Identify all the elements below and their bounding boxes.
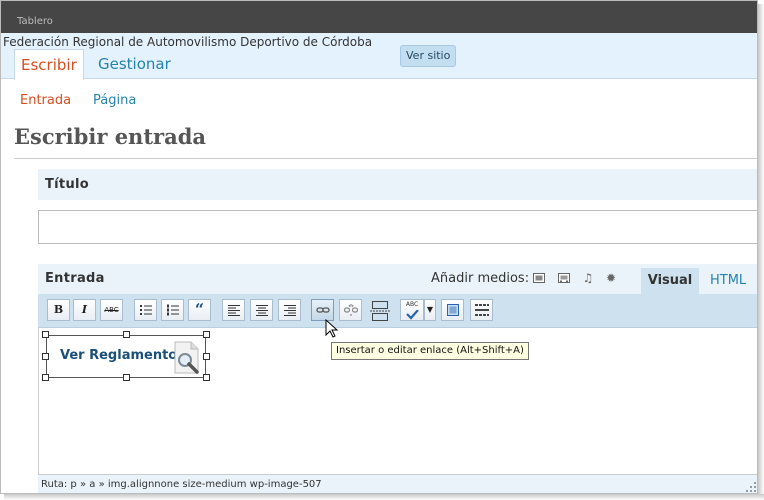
- link-button[interactable]: [311, 299, 334, 321]
- unlink-icon: [343, 304, 358, 316]
- spellcheck-icon: ABC: [405, 301, 419, 308]
- resize-handle-right[interactable]: [203, 353, 210, 360]
- spellcheck-button[interactable]: ABC: [400, 299, 424, 321]
- numbered-list-icon: [166, 304, 179, 316]
- checkmark-icon: [406, 309, 419, 320]
- editor-status-path: Ruta: p » a » img.alignnone size-medium …: [38, 474, 757, 493]
- fullscreen-icon: [446, 304, 459, 316]
- bulleted-list-icon: [139, 305, 152, 315]
- add-media-label: Añadir medios:: [431, 271, 530, 286]
- align-right-icon: [283, 305, 296, 316]
- post-box-label: Entrada: [45, 271, 105, 286]
- numbered-list-button[interactable]: [161, 299, 184, 321]
- post-title-input[interactable]: [38, 210, 757, 244]
- align-left-button[interactable]: [222, 299, 245, 321]
- tab-write[interactable]: Escribir: [14, 49, 84, 80]
- site-title: Federación Regional de Automovilismo Dep…: [3, 35, 373, 49]
- kitchen-sink-icon: [474, 304, 489, 316]
- italic-icon: I: [81, 303, 88, 316]
- align-right-button[interactable]: [278, 299, 301, 321]
- resize-grip-icon[interactable]: [745, 481, 757, 493]
- selected-image[interactable]: Ver Reglamento: [46, 335, 206, 378]
- title-box-header: Título: [38, 169, 757, 200]
- editor-toolbar: B I ABC “ ABC ▼: [38, 294, 757, 328]
- resize-handle-top-left[interactable]: [42, 331, 49, 338]
- add-audio-icon[interactable]: ♫: [581, 271, 595, 285]
- admin-topbar: Tablero: [1, 1, 757, 33]
- title-divider: [14, 158, 757, 159]
- bulleted-list-button[interactable]: [134, 299, 157, 321]
- align-center-button[interactable]: [250, 299, 273, 321]
- blockquote-button[interactable]: “: [188, 299, 211, 321]
- dashboard-label[interactable]: Tablero: [17, 16, 53, 27]
- bold-icon: B: [53, 303, 64, 316]
- page-title: Escribir entrada: [14, 124, 206, 149]
- mouse-cursor-icon: [325, 319, 339, 338]
- add-video-icon[interactable]: [557, 271, 571, 285]
- site-header: Federación Regional de Automovilismo Dep…: [1, 33, 757, 80]
- bold-button[interactable]: B: [47, 299, 70, 321]
- resize-handle-left[interactable]: [42, 353, 49, 360]
- link-tooltip: Insertar o editar enlace (Alt+Shift+A): [331, 342, 529, 360]
- align-center-icon: [255, 305, 268, 316]
- chevron-down-icon: ▼: [426, 305, 434, 314]
- resize-handle-top[interactable]: [123, 331, 130, 338]
- align-left-icon: [227, 305, 240, 316]
- spellcheck-dropdown[interactable]: ▼: [424, 299, 436, 321]
- image-link-text: Ver Reglamento: [60, 348, 178, 363]
- title-box-label: Título: [45, 177, 89, 192]
- unlink-button[interactable]: [339, 299, 362, 321]
- window-shadow-bottom: [4, 494, 764, 500]
- resize-handle-bottom[interactable]: [123, 374, 130, 381]
- strikethrough-icon: ABC: [104, 306, 119, 314]
- tab-html[interactable]: HTML: [710, 268, 746, 294]
- resize-handle-top-right[interactable]: [203, 331, 210, 338]
- strikethrough-button[interactable]: ABC: [100, 299, 123, 321]
- resize-handle-bottom-left[interactable]: [42, 374, 49, 381]
- submenu-item-page[interactable]: Página: [93, 93, 136, 108]
- document-search-icon: [174, 341, 199, 374]
- resize-handle-bottom-right[interactable]: [203, 374, 210, 381]
- more-tag-button[interactable]: [368, 299, 391, 321]
- kitchen-sink-button[interactable]: [470, 299, 493, 321]
- italic-button[interactable]: I: [73, 299, 96, 321]
- view-site-button[interactable]: Ver sitio: [400, 45, 457, 67]
- fullscreen-button[interactable]: [441, 299, 464, 321]
- submenu-item-post[interactable]: Entrada: [20, 93, 71, 108]
- add-media-icon[interactable]: ✹: [604, 271, 618, 285]
- tab-manage[interactable]: Gestionar: [98, 49, 171, 79]
- link-icon: [315, 307, 330, 313]
- more-tag-icon: [369, 301, 390, 321]
- app-window: Tablero Federación Regional de Automovil…: [0, 0, 758, 494]
- window-shadow-right: [758, 4, 764, 500]
- tab-visual[interactable]: Visual: [641, 268, 699, 294]
- add-image-icon[interactable]: [532, 271, 546, 285]
- blockquote-icon: “: [194, 300, 205, 319]
